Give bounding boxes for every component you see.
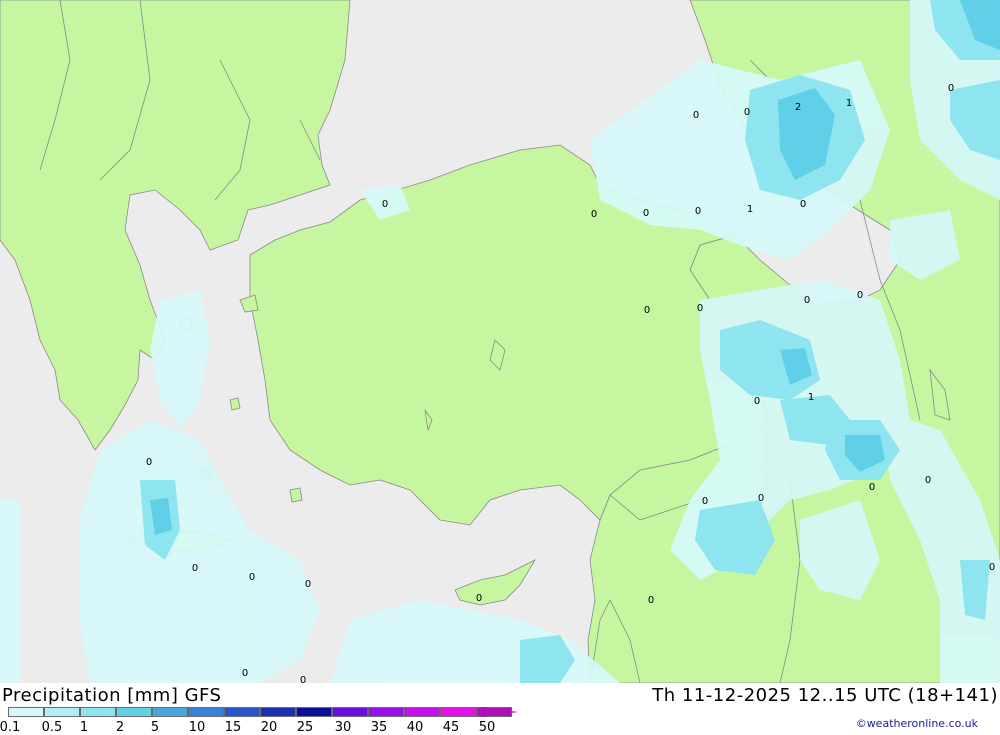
- map-title: Precipitation [mm] GFS: [2, 685, 222, 706]
- value-label: 0: [695, 206, 701, 217]
- value-label: 0: [305, 579, 311, 590]
- forecast-datetime: Th 11-12-2025 12..15 UTC (18+141): [652, 685, 998, 706]
- value-label: 0: [804, 295, 810, 306]
- value-label: 0: [989, 562, 995, 573]
- legend-swatch: [116, 707, 152, 717]
- legend-swatch: [44, 707, 80, 717]
- legend-swatch: [368, 707, 404, 717]
- legend-swatch: [224, 707, 260, 717]
- legend-swatch: [260, 707, 296, 717]
- legend-swatch: [332, 707, 368, 717]
- value-label: 0: [242, 668, 248, 679]
- legend-swatch: [440, 707, 476, 717]
- credit-link[interactable]: ©weatheronline.co.uk: [856, 717, 978, 730]
- value-label: 0: [643, 208, 649, 219]
- value-label: 0: [648, 595, 654, 606]
- legend-swatch: [152, 707, 188, 717]
- legend-swatch: [404, 707, 440, 717]
- value-label: 0: [591, 209, 597, 220]
- value-label: 0: [382, 199, 388, 210]
- value-label: 0: [948, 83, 954, 94]
- value-label: 1: [808, 392, 814, 403]
- value-label: 0: [800, 199, 806, 210]
- value-label: 0: [925, 475, 931, 486]
- value-label: 0: [693, 110, 699, 121]
- legend-swatch: [296, 707, 332, 717]
- map-footer: Precipitation [mm] GFS Th 11-12-2025 12.…: [0, 683, 1000, 735]
- value-label: 0: [758, 493, 764, 504]
- value-label: 2: [795, 102, 801, 113]
- value-label: 0: [857, 290, 863, 301]
- value-label: 0: [697, 303, 703, 314]
- value-label: 0: [249, 572, 255, 583]
- value-label: 1: [747, 204, 753, 215]
- value-label: 0: [300, 675, 306, 683]
- value-label: 0: [702, 496, 708, 507]
- value-label: 0: [869, 482, 875, 493]
- legend-swatch: [8, 707, 44, 717]
- value-label: 0: [146, 457, 152, 468]
- legend-arrow: [482, 707, 518, 717]
- legend-swatch: [188, 707, 224, 717]
- value-label: 1: [846, 98, 852, 109]
- value-label: 0: [744, 107, 750, 118]
- value-label: 0: [754, 396, 760, 407]
- legend-swatch: [80, 707, 116, 717]
- value-label: 0: [476, 593, 482, 604]
- value-label: 0: [644, 305, 650, 316]
- value-label: 0: [192, 563, 198, 574]
- precipitation-map: 0 0 0 2 1 0 0 0 1 0 0 0 0 0 0 0 1 0 0 0 …: [0, 0, 1000, 683]
